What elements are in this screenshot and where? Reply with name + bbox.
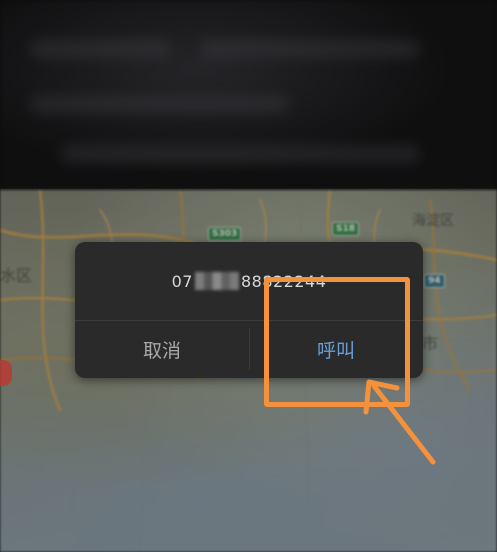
arrow-icon: [363, 379, 436, 465]
phone-screen: S303 S18 94 水区 海淀区 市 07 88822244 取消 呼叫: [0, 0, 497, 552]
